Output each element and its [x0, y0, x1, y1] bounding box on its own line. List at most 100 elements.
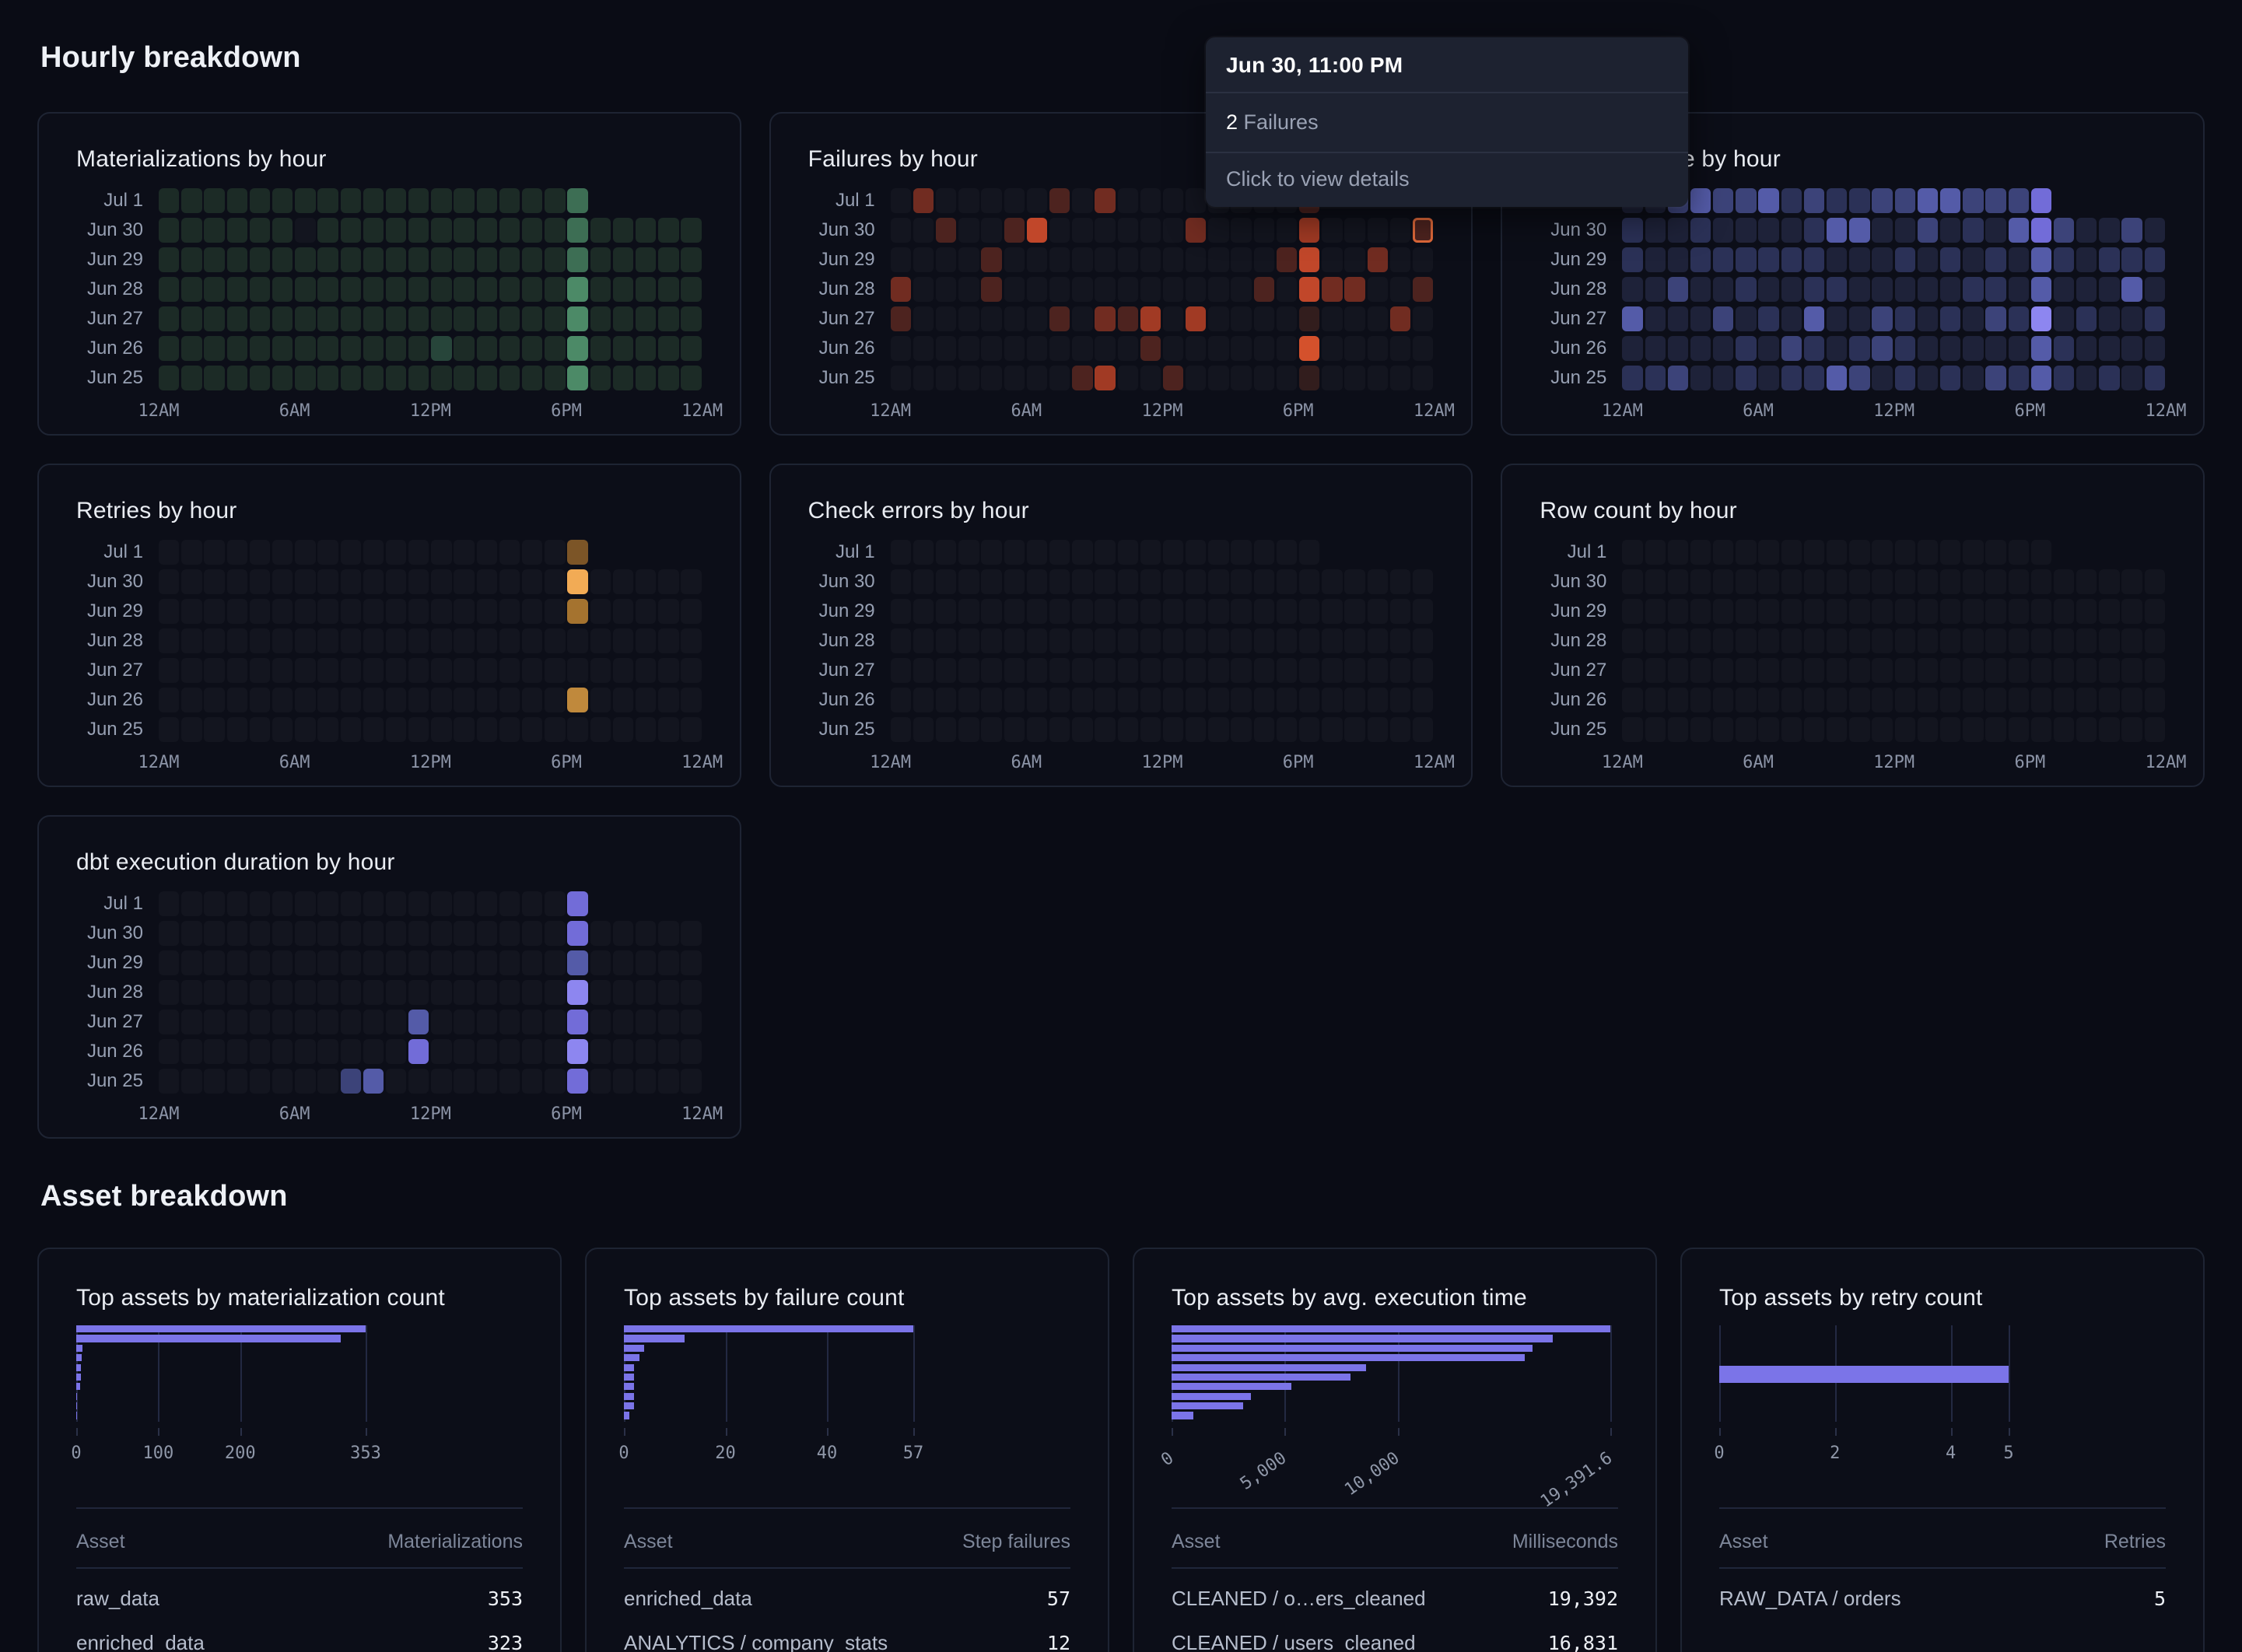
- heatmap-cell[interactable]: [2121, 688, 2142, 712]
- heatmap-cell[interactable]: [1758, 628, 1778, 653]
- heatmap-cell[interactable]: [1963, 336, 1983, 361]
- heatmap-cell[interactable]: [1322, 599, 1342, 624]
- heatmap-cell[interactable]: [1690, 688, 1711, 712]
- heatmap-cell[interactable]: [1985, 247, 2006, 272]
- heatmap-cell[interactable]: [1849, 688, 1869, 712]
- heatmap-cell[interactable]: [636, 980, 656, 1005]
- heatmap-cell[interactable]: [1804, 658, 1824, 683]
- heatmap-cell[interactable]: [1163, 336, 1183, 361]
- heatmap-cell[interactable]: [295, 366, 315, 390]
- heatmap-cell[interactable]: [590, 921, 611, 946]
- heatmap-cell[interactable]: [1140, 336, 1161, 361]
- heatmap-cell[interactable]: [1985, 218, 2006, 243]
- heatmap-cell[interactable]: [981, 599, 1001, 624]
- heatmap-cell[interactable]: [545, 336, 565, 361]
- heatmap-cell[interactable]: [2145, 306, 2165, 331]
- heatmap-cell[interactable]: [363, 540, 384, 565]
- heatmap-cell[interactable]: [522, 891, 542, 916]
- heatmap-cell[interactable]: [958, 188, 979, 213]
- heatmap-cell[interactable]: [1872, 218, 1892, 243]
- heatmap-cell[interactable]: [1827, 658, 1847, 683]
- heatmap-cell[interactable]: [408, 1010, 429, 1034]
- heatmap-cell[interactable]: [408, 366, 429, 390]
- heatmap-cell[interactable]: [1918, 247, 1938, 272]
- heatmap-cell[interactable]: [1736, 218, 1756, 243]
- heatmap-cell[interactable]: [181, 188, 201, 213]
- heatmap-cell[interactable]: [2121, 569, 2142, 594]
- heatmap-cell[interactable]: [590, 658, 611, 683]
- heatmap-cell[interactable]: [981, 717, 1001, 742]
- heatmap-cell[interactable]: [1208, 218, 1228, 243]
- heatmap-cell[interactable]: [1390, 569, 1410, 594]
- heatmap-cell[interactable]: [1668, 277, 1688, 302]
- heatmap-cell[interactable]: [1163, 218, 1183, 243]
- heatmap-cell[interactable]: [431, 188, 451, 213]
- heatmap-cell[interactable]: [1849, 540, 1869, 565]
- heatmap-cell[interactable]: [1208, 277, 1228, 302]
- heatmap-cell[interactable]: [1095, 658, 1115, 683]
- heatmap-cell[interactable]: [545, 540, 565, 565]
- heatmap-cell[interactable]: [958, 336, 979, 361]
- heatmap-cell[interactable]: [1368, 599, 1388, 624]
- heatmap-cell[interactable]: [1940, 277, 1960, 302]
- bar[interactable]: [624, 1325, 913, 1332]
- heatmap-cell[interactable]: [1645, 717, 1666, 742]
- heatmap-cell[interactable]: [477, 336, 497, 361]
- heatmap-cell[interactable]: [227, 658, 247, 683]
- heatmap-cell[interactable]: [408, 921, 429, 946]
- heatmap-cell[interactable]: [2121, 277, 2142, 302]
- heatmap-cell[interactable]: [1208, 336, 1228, 361]
- heatmap-cell[interactable]: [981, 366, 1001, 390]
- heatmap-cell[interactable]: [981, 277, 1001, 302]
- heatmap-cell[interactable]: [408, 1039, 429, 1064]
- heatmap-cell[interactable]: [2145, 247, 2165, 272]
- heatmap-cell[interactable]: [2076, 218, 2097, 243]
- heatmap-cell[interactable]: [295, 540, 315, 565]
- heatmap-cell[interactable]: [681, 658, 701, 683]
- heatmap-cell[interactable]: [341, 540, 361, 565]
- heatmap-cell[interactable]: [1277, 658, 1297, 683]
- heatmap-cell[interactable]: [1344, 688, 1364, 712]
- heatmap-cell[interactable]: [477, 247, 497, 272]
- heatmap-cell[interactable]: [2121, 599, 2142, 624]
- heatmap-cell[interactable]: [1963, 628, 1983, 653]
- heatmap-cell[interactable]: [2009, 277, 2029, 302]
- heatmap-cell[interactable]: [2054, 599, 2074, 624]
- heatmap-cell[interactable]: [891, 569, 911, 594]
- heatmap-cell[interactable]: [499, 336, 520, 361]
- heatmap-cell[interactable]: [1985, 336, 2006, 361]
- heatmap-cell[interactable]: [181, 569, 201, 594]
- heatmap-cell[interactable]: [1736, 306, 1756, 331]
- heatmap-cell[interactable]: [2099, 366, 2119, 390]
- heatmap-cell[interactable]: [295, 1010, 315, 1034]
- heatmap-cell[interactable]: [1004, 717, 1025, 742]
- heatmap-cell[interactable]: [204, 336, 224, 361]
- heatmap-cell[interactable]: [1231, 599, 1251, 624]
- heatmap-cell[interactable]: [913, 540, 934, 565]
- heatmap-cell[interactable]: [227, 891, 247, 916]
- heatmap-cell[interactable]: [590, 950, 611, 975]
- heatmap-cell[interactable]: [386, 1069, 406, 1094]
- heatmap-cell[interactable]: [1940, 540, 1960, 565]
- heatmap-cell[interactable]: [636, 569, 656, 594]
- heatmap-cell[interactable]: [1713, 366, 1733, 390]
- heatmap-cell[interactable]: [1208, 688, 1228, 712]
- heatmap-cell[interactable]: [590, 980, 611, 1005]
- heatmap-cell[interactable]: [1736, 247, 1756, 272]
- heatmap-cell[interactable]: [408, 336, 429, 361]
- heatmap-cell[interactable]: [1781, 540, 1802, 565]
- heatmap-cell[interactable]: [1736, 336, 1756, 361]
- bar[interactable]: [624, 1412, 629, 1419]
- heatmap-cell[interactable]: [454, 247, 474, 272]
- heatmap-cell[interactable]: [386, 980, 406, 1005]
- asset-name[interactable]: enriched_data: [76, 1631, 205, 1652]
- heatmap-cell[interactable]: [2099, 658, 2119, 683]
- heatmap-cell[interactable]: [1072, 218, 1092, 243]
- heatmap-cell[interactable]: [1872, 188, 1892, 213]
- heatmap-cell[interactable]: [913, 569, 934, 594]
- heatmap-cell[interactable]: [2076, 658, 2097, 683]
- heatmap-cell[interactable]: [227, 1010, 247, 1034]
- heatmap-cell[interactable]: [181, 247, 201, 272]
- heatmap-cell[interactable]: [913, 658, 934, 683]
- heatmap-cell[interactable]: [1690, 247, 1711, 272]
